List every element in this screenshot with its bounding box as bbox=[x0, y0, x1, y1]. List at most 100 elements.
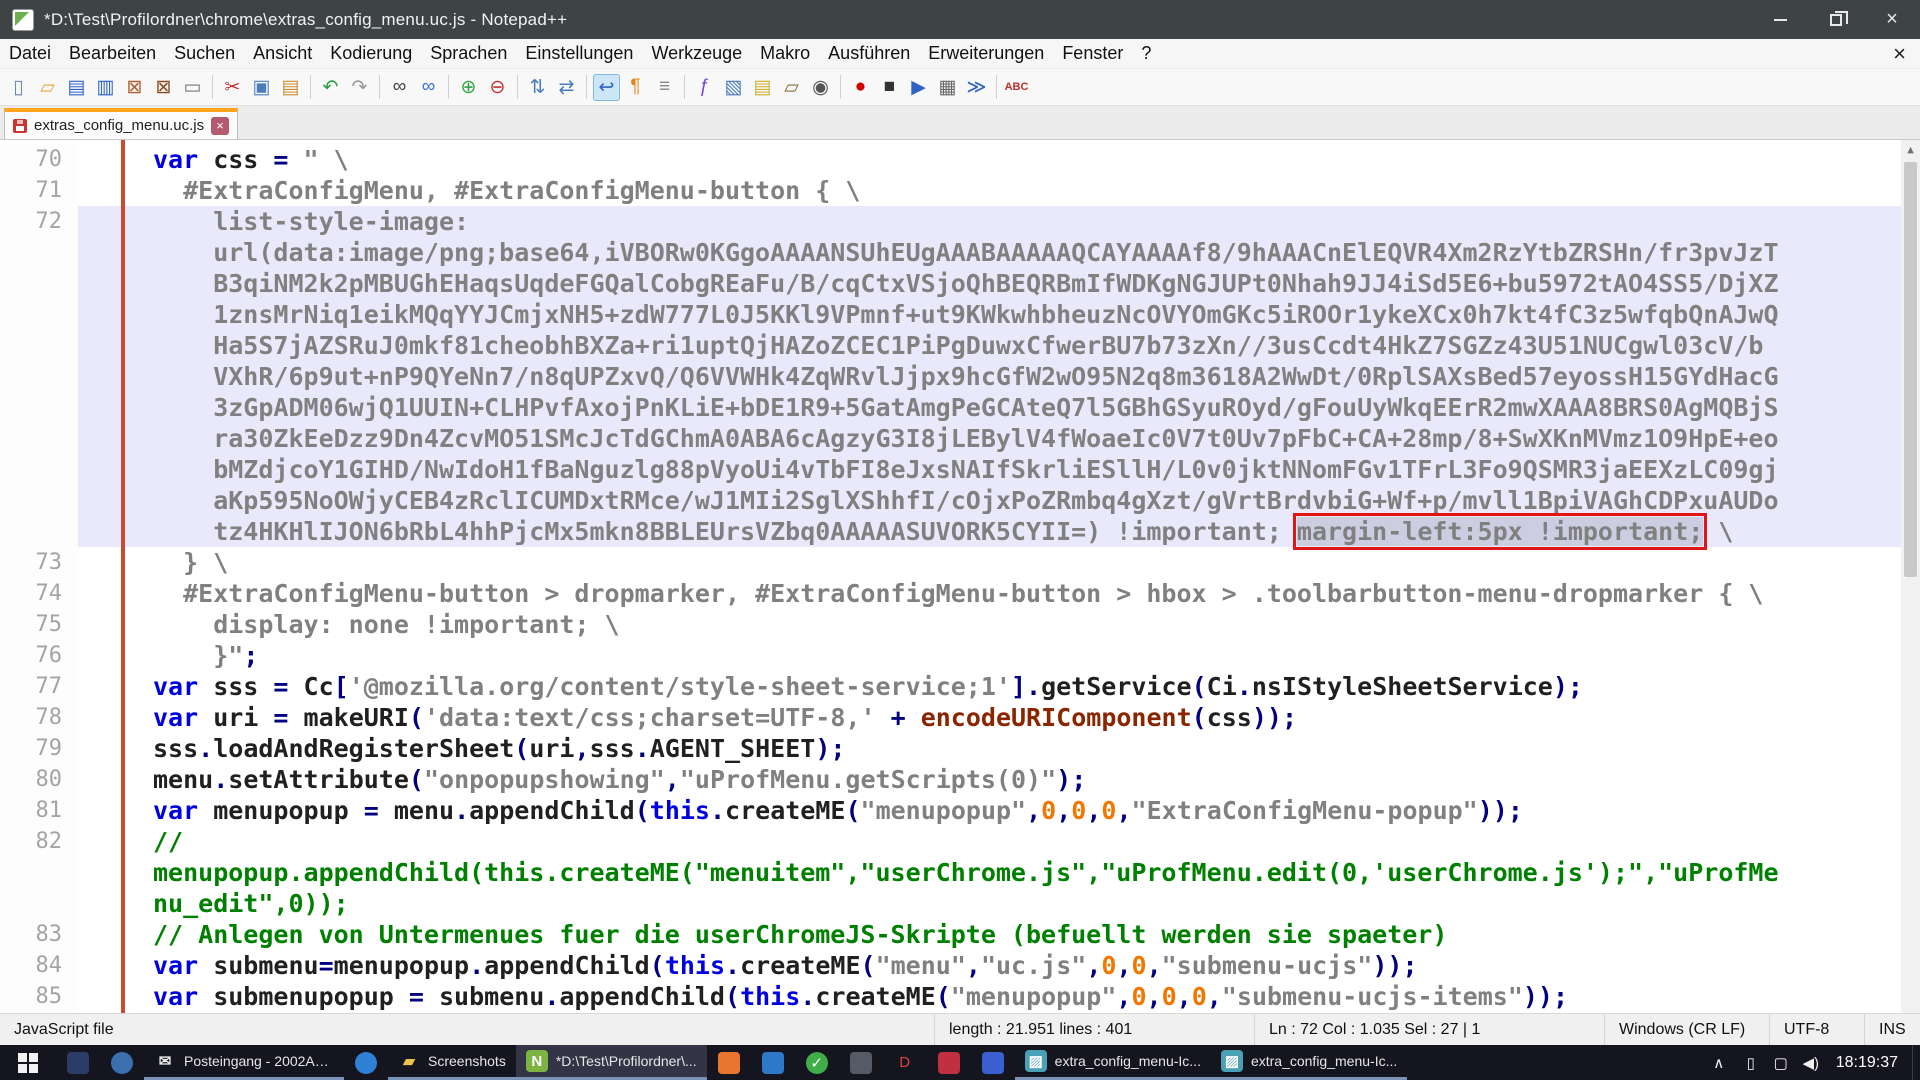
code-row[interactable]: 79sss.loadAndRegisterSheet(uri,sss.AGENT… bbox=[0, 733, 1920, 764]
bookmark-margin[interactable] bbox=[78, 764, 124, 795]
undo-icon[interactable]: ↶ bbox=[317, 74, 344, 101]
code-row[interactable]: 76 }"; bbox=[0, 640, 1920, 671]
code-row[interactable]: 75 display: none !important; \ bbox=[0, 609, 1920, 640]
blue-app-icon[interactable] bbox=[751, 1045, 795, 1080]
play-macro-icon[interactable]: ▶ bbox=[905, 74, 932, 101]
code-row[interactable]: Ha5S7jAZSRuJ0mkf81cheobhBXZa+ri1uptQjHAZ… bbox=[0, 330, 1920, 361]
tab-close-icon[interactable]: × bbox=[211, 117, 229, 135]
code-row[interactable]: 85var submenupopup = submenu.appendChild… bbox=[0, 981, 1920, 1012]
code-row[interactable]: 71 #ExtraConfigMenu, #ExtraConfigMenu-bu… bbox=[0, 175, 1920, 206]
run-macro-icon[interactable]: ≫ bbox=[963, 74, 990, 101]
taskbar-screenshots-window[interactable]: ▰Screenshots bbox=[388, 1045, 516, 1080]
code-row[interactable]: 82// bbox=[0, 826, 1920, 857]
copy-icon[interactable]: ▣ bbox=[248, 74, 275, 101]
editor-area[interactable]: 70var css = " \71 #ExtraConfigMenu, #Ext… bbox=[0, 140, 1920, 1013]
bookmark-margin[interactable] bbox=[78, 144, 124, 175]
taskbar-mail-window[interactable]: ✉Posteingang - 2002An... bbox=[144, 1045, 344, 1080]
code-row[interactable]: 3zGpADM06wjQ1UUIN+CLHPvfAxojPnKLiE+bDE1R… bbox=[0, 392, 1920, 423]
bookmark-margin[interactable] bbox=[78, 330, 124, 361]
code-row[interactable]: 83// Anlegen von Untermenues fuer die us… bbox=[0, 919, 1920, 950]
start-button[interactable] bbox=[0, 1045, 56, 1080]
restore-button[interactable] bbox=[1808, 0, 1864, 39]
bookmark-margin[interactable] bbox=[78, 857, 124, 888]
code-row[interactable]: url(data:image/png;base64,iVBORw0KGgoAAA… bbox=[0, 237, 1920, 268]
save-icon[interactable]: ▤ bbox=[63, 74, 90, 101]
bookmark-margin[interactable] bbox=[78, 206, 124, 237]
bookmark-margin[interactable] bbox=[78, 299, 124, 330]
code-row[interactable]: VXhR/6p9ut+nP9QYeNn7/n8qUPZxvQ/Q6VVWHk4Z… bbox=[0, 361, 1920, 392]
folder-workspace-icon[interactable]: ▱ bbox=[778, 74, 805, 101]
bookmark-margin[interactable] bbox=[78, 485, 124, 516]
code-row[interactable]: 70var css = " \ bbox=[0, 144, 1920, 175]
menu-suchen[interactable]: Suchen bbox=[165, 40, 244, 67]
tray-clock[interactable]: 18:19:37 bbox=[1828, 1054, 1910, 1072]
bookmark-margin[interactable] bbox=[78, 392, 124, 423]
close-doc-icon[interactable]: ⊠ bbox=[121, 74, 148, 101]
menu-ansicht[interactable]: Ansicht bbox=[244, 40, 321, 67]
open-folder-icon[interactable]: ▱ bbox=[34, 74, 61, 101]
menu-fenster[interactable]: Fenster bbox=[1053, 40, 1132, 67]
red-app-icon[interactable] bbox=[927, 1045, 971, 1080]
bookmark-margin[interactable] bbox=[78, 950, 124, 981]
document-list-icon[interactable]: ▤ bbox=[749, 74, 776, 101]
code-row[interactable]: tz4HKHlIJON6bRbL4hhPjcMx5mkn8BBLEUrsVZbq… bbox=[0, 516, 1920, 547]
code-row[interactable]: 1znsMrNiq1eikMQqYYJCmjxNH5+zdW777L0J5KKl… bbox=[0, 299, 1920, 330]
menu-[interactable]: ? bbox=[1132, 40, 1160, 67]
bookmark-margin[interactable] bbox=[78, 237, 124, 268]
bookmark-margin[interactable] bbox=[78, 423, 124, 454]
cut-icon[interactable]: ✂ bbox=[219, 74, 246, 101]
code-row[interactable]: 77var sss = Cc['@mozilla.org/content/sty… bbox=[0, 671, 1920, 702]
close-button[interactable]: × bbox=[1864, 0, 1920, 39]
taskbar-image1-window[interactable]: ▨extra_config_menu-Ic... bbox=[1015, 1045, 1211, 1080]
bookmark-margin[interactable] bbox=[78, 609, 124, 640]
menu-datei[interactable]: Datei bbox=[0, 40, 60, 67]
code-row[interactable]: bMZdjcoY1GIHD/NwIdoH1fBaNguzlg88pVyoUi4v… bbox=[0, 454, 1920, 485]
bookmark-margin[interactable] bbox=[78, 578, 124, 609]
menu-sprachen[interactable]: Sprachen bbox=[421, 40, 516, 67]
close-all-icon[interactable]: ⊠ bbox=[150, 74, 177, 101]
bookmark-margin[interactable] bbox=[78, 361, 124, 392]
save-all-icon[interactable]: ▥ bbox=[92, 74, 119, 101]
scrollbar-thumb[interactable] bbox=[1904, 162, 1917, 577]
function-list-icon[interactable]: ƒ bbox=[691, 74, 718, 101]
bookmark-margin[interactable] bbox=[78, 702, 124, 733]
sync-horizontal-icon[interactable]: ⇄ bbox=[553, 74, 580, 101]
code-row[interactable]: 73 } \ bbox=[0, 547, 1920, 578]
red-d-icon[interactable]: D bbox=[883, 1045, 927, 1080]
menu-werkzeuge[interactable]: Werkzeuge bbox=[642, 40, 751, 67]
orange-app-icon[interactable] bbox=[707, 1045, 751, 1080]
green-check-icon[interactable]: ✓ bbox=[795, 1045, 839, 1080]
bookmark-margin[interactable] bbox=[78, 671, 124, 702]
tab-extras-config-menu[interactable]: extras_config_menu.uc.js × bbox=[4, 108, 238, 139]
code-row[interactable]: 81var menupopup = menu.appendChild(this.… bbox=[0, 795, 1920, 826]
bookmark-margin[interactable] bbox=[78, 516, 124, 547]
code-row[interactable]: 80menu.setAttribute("onpopupshowing","uP… bbox=[0, 764, 1920, 795]
scroll-up-icon[interactable]: ▲ bbox=[1907, 140, 1914, 160]
show-all-chars-icon[interactable]: ¶ bbox=[622, 74, 649, 101]
menu-kodierung[interactable]: Kodierung bbox=[321, 40, 421, 67]
code-row[interactable]: B3qiNM2k2pMBUGhEHaqsUqdeFGQalCobgREaFu/B… bbox=[0, 268, 1920, 299]
bookmark-margin[interactable] bbox=[78, 919, 124, 950]
code-row[interactable]: ra30ZkEeDzz9Dn4ZcvMO51SMcJcTdGChmA0ABA6c… bbox=[0, 423, 1920, 454]
save-macro-icon[interactable]: ▦ bbox=[934, 74, 961, 101]
volume-icon[interactable]: ◀) bbox=[1796, 1054, 1826, 1072]
minimize-button[interactable] bbox=[1752, 0, 1808, 39]
zoom-out-icon[interactable]: ⊖ bbox=[484, 74, 511, 101]
taskbar-notepadpp-window[interactable]: N*D:\Test\Profilordner\... bbox=[516, 1045, 707, 1080]
stop-macro-icon[interactable]: ■ bbox=[876, 74, 903, 101]
bookmark-margin[interactable] bbox=[78, 888, 124, 919]
code-row[interactable]: 74 #ExtraConfigMenu-button > dropmarker,… bbox=[0, 578, 1920, 609]
menubar-close-icon[interactable]: × bbox=[1879, 41, 1920, 67]
document-map-icon[interactable]: ▧ bbox=[720, 74, 747, 101]
browser-circle-icon[interactable] bbox=[100, 1045, 144, 1080]
show-desktop-button[interactable] bbox=[1912, 1045, 1920, 1080]
battery-icon[interactable]: ▯ bbox=[1736, 1054, 1766, 1072]
tray-chevron-up-icon[interactable]: ∧ bbox=[1704, 1054, 1734, 1072]
vertical-scrollbar[interactable]: ▲ bbox=[1901, 140, 1920, 1013]
bookmark-margin[interactable] bbox=[78, 733, 124, 764]
indent-guide-icon[interactable]: ≡ bbox=[651, 74, 678, 101]
bookmark-margin[interactable] bbox=[78, 454, 124, 485]
gray-app-icon[interactable] bbox=[839, 1045, 883, 1080]
bookmark-margin[interactable] bbox=[78, 826, 124, 857]
find-icon[interactable]: ∞ bbox=[386, 74, 413, 101]
